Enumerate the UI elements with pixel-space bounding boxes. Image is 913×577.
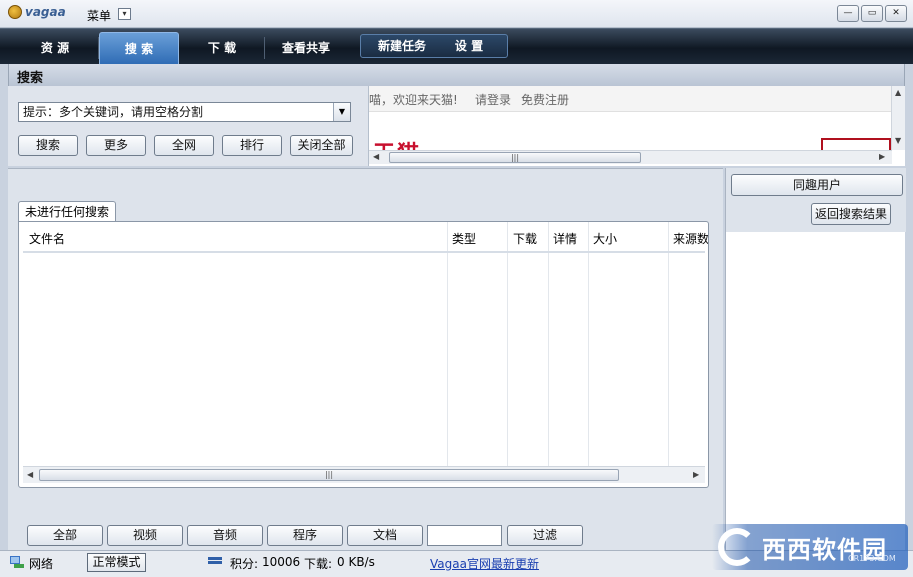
web-scroll-thumb[interactable]: ||| xyxy=(389,152,641,163)
scroll-down-icon[interactable]: ▼ xyxy=(895,136,901,145)
network-icon xyxy=(10,556,24,569)
window-controls: — ▭ ✕ xyxy=(837,5,907,22)
logo-text: vagaa xyxy=(25,5,66,19)
scroll-right-icon[interactable]: ▶ xyxy=(879,152,885,161)
page-title: 搜索 xyxy=(17,71,44,86)
update-link[interactable]: Vagaa官网最新更新 xyxy=(430,555,539,572)
minimize-button[interactable]: — xyxy=(837,5,859,22)
register-link[interactable]: 免费注册 xyxy=(521,91,569,108)
column-header[interactable]: 文件名 xyxy=(29,230,65,247)
whole-network-button[interactable]: 全网 xyxy=(154,135,214,156)
scroll-left-icon[interactable]: ◀ xyxy=(27,470,33,479)
settings-button[interactable]: 设 置 xyxy=(443,35,495,57)
new-task-button[interactable]: 新建任务 xyxy=(367,35,437,57)
download-label: 下载: xyxy=(304,557,333,571)
download-speed: 0 KB/s xyxy=(337,555,375,569)
web-top-bar: 喵，欢迎来天猫! 请登录 免费注册 xyxy=(369,86,892,112)
search-panel: ▼ 搜索 更多 全网 排行 关闭全部 xyxy=(8,86,368,166)
filter-all-button[interactable]: 全部 xyxy=(27,525,103,546)
search-input[interactable] xyxy=(19,103,332,121)
header-divider xyxy=(23,251,705,253)
welcome-text: 喵，欢迎来天猫! xyxy=(369,93,458,107)
scroll-up-icon[interactable]: ▲ xyxy=(895,88,901,97)
column-header[interactable]: 下载 xyxy=(513,230,537,247)
filter-input[interactable] xyxy=(427,525,502,546)
column-header[interactable]: 大小 xyxy=(593,230,617,247)
column-header[interactable]: 详情 xyxy=(553,230,577,247)
close-all-button[interactable]: 关闭全部 xyxy=(290,135,353,156)
right-panel: 同趣用户 返回搜索结果 xyxy=(725,168,906,550)
column-header[interactable]: 来源数 xyxy=(673,230,708,247)
column-sources: 来源数 xyxy=(669,222,708,466)
column-header[interactable]: 类型 xyxy=(452,230,476,247)
results-table: 文件名 类型 下载 详情 大小 来源数 ◀ ||| ▶ xyxy=(18,221,709,488)
nav-divider xyxy=(264,37,265,59)
more-button[interactable]: 更多 xyxy=(86,135,146,156)
web-horizontal-scrollbar[interactable]: ◀ ||| ▶ xyxy=(369,150,892,164)
tab-view-shared[interactable]: 查看共享 xyxy=(266,32,346,64)
login-link[interactable]: 请登录 xyxy=(475,91,511,108)
column-filename: 文件名 xyxy=(23,222,448,466)
tab-download[interactable]: 下 载 xyxy=(182,32,262,64)
watermark-logo-icon xyxy=(718,528,756,566)
web-search-box[interactable] xyxy=(821,138,891,150)
score-label: 积分: xyxy=(230,557,259,571)
scroll-right-icon[interactable]: ▶ xyxy=(693,470,699,479)
maximize-button[interactable]: ▭ xyxy=(861,5,883,22)
results-scroll-thumb[interactable]: ||| xyxy=(39,469,619,481)
right-panel-header: 同趣用户 返回搜索结果 xyxy=(726,168,906,232)
scroll-left-icon[interactable]: ◀ xyxy=(373,152,379,161)
main-nav-bar: 资 源 搜 索 下 载 查看共享 新建任务 设 置 xyxy=(0,28,913,64)
column-size: 大小 xyxy=(589,222,669,466)
tab-resources[interactable]: 资 源 xyxy=(14,32,96,64)
filter-program-button[interactable]: 程序 xyxy=(267,525,343,546)
filter-audio-button[interactable]: 音频 xyxy=(187,525,263,546)
nav-action-group: 新建任务 设 置 xyxy=(360,34,508,58)
tab-search[interactable]: 搜 索 xyxy=(99,32,179,64)
title-bar: vagaa 菜单 ▾ — ▭ ✕ xyxy=(0,0,913,28)
mode-button[interactable]: 正常模式 xyxy=(87,553,146,572)
results-horizontal-scrollbar[interactable]: ◀ ||| ▶ xyxy=(23,466,705,483)
column-download: 下载 xyxy=(508,222,549,466)
watermark-subtext: CR173.COM xyxy=(848,554,896,563)
main-menu-label[interactable]: 菜单 xyxy=(87,7,111,24)
result-tab[interactable]: 未进行任何搜索 xyxy=(18,201,116,222)
ranking-button[interactable]: 排行 xyxy=(222,135,282,156)
app-logo: vagaa xyxy=(8,5,66,19)
chevron-down-icon[interactable]: ▼ xyxy=(333,103,350,121)
search-combo[interactable]: ▼ xyxy=(18,102,351,122)
similar-users-button[interactable]: 同趣用户 xyxy=(731,174,903,196)
menu-dropdown-icon[interactable]: ▾ xyxy=(118,8,131,20)
results-area: 未进行任何搜索 文件名 类型 下载 详情 大小 来源数 ◀ ||| ▶ 全部 视… xyxy=(8,168,723,550)
web-vertical-scrollbar[interactable]: ▲ ▼ xyxy=(891,86,905,150)
filter-document-button[interactable]: 文档 xyxy=(347,525,423,546)
filter-video-button[interactable]: 视频 xyxy=(107,525,183,546)
close-button[interactable]: ✕ xyxy=(885,5,907,22)
search-button[interactable]: 搜索 xyxy=(18,135,78,156)
web-banner-panel: 喵，欢迎来天猫! 请登录 免费注册 天猫 ▲ ▼ ◀ ||| ▶ xyxy=(368,86,905,166)
apply-filter-button[interactable]: 过滤 xyxy=(507,525,583,546)
score-icon xyxy=(208,557,222,568)
section-header: 搜索 xyxy=(8,64,905,86)
column-type: 类型 xyxy=(448,222,508,466)
network-label: 网络 xyxy=(29,557,54,571)
web-brand-text: 天猫 xyxy=(373,140,423,150)
cat-logo-icon xyxy=(8,5,22,19)
back-to-results-button[interactable]: 返回搜索结果 xyxy=(811,203,891,225)
site-watermark: 西西软件园 CR173.COM xyxy=(712,524,908,570)
column-details: 详情 xyxy=(549,222,589,466)
score-value: 10006 xyxy=(262,555,301,569)
